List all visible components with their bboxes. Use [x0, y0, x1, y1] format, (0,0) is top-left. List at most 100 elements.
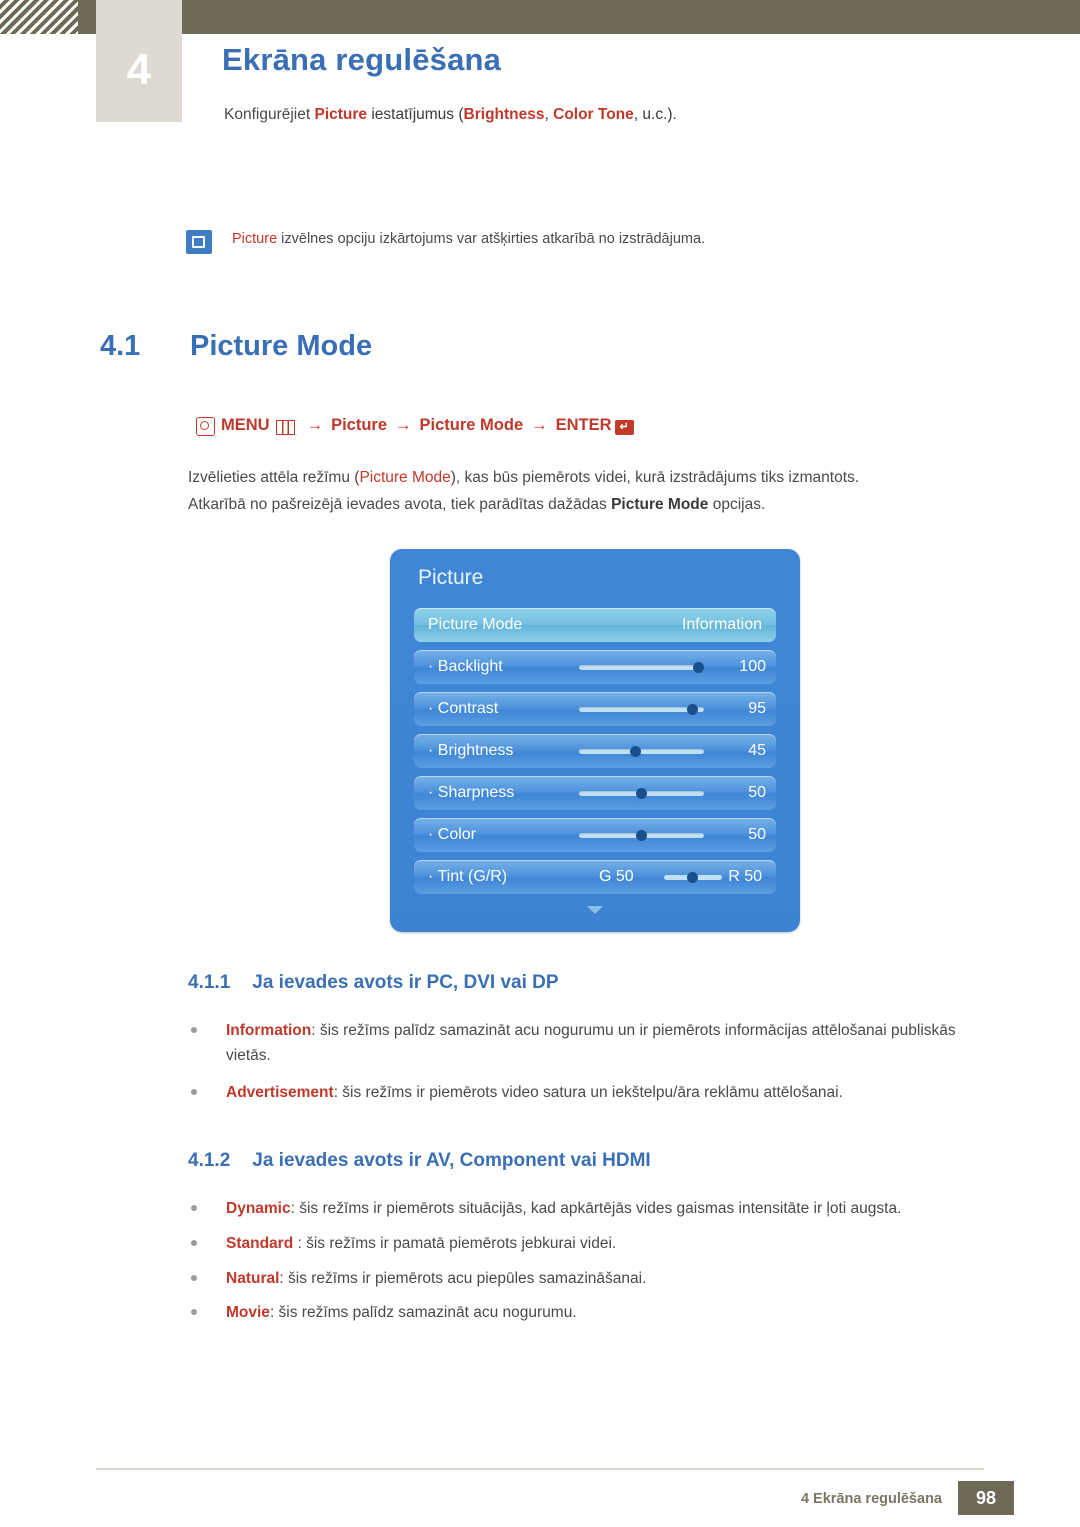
intro-line1-part1: Izvēlieties attēla režīmu (: [188, 469, 360, 486]
osd-row-picture-mode[interactable]: Picture Mode Information: [414, 608, 776, 642]
osd-slider-knob-color[interactable]: [636, 830, 647, 841]
osd-slider-sharpness[interactable]: [579, 788, 704, 799]
page-number: 98: [958, 1481, 1014, 1515]
bullet-text-dynamic: : šis režīms ir piemērots situācijās, ka…: [290, 1200, 902, 1217]
bullet-text-movie: : šis režīms palīdz samazināt acu noguru…: [269, 1304, 577, 1321]
note-body: izvēlnes opciju izkārtojums var atšķirti…: [277, 231, 706, 247]
osd-scroll-down-icon[interactable]: [587, 906, 603, 914]
bullet-text-information: : šis režīms palīdz samazināt acu noguru…: [226, 1022, 956, 1064]
osd-slider-knob-backlight[interactable]: [693, 662, 704, 673]
osd-label-sharpness: · Sharpness: [428, 784, 515, 801]
footer-chapter-label: 4 Ekrāna regulēšana: [800, 1491, 942, 1507]
osd-value-contrast: 95: [748, 700, 766, 717]
osd-slider-knob-tint[interactable]: [687, 872, 698, 883]
osd-value-picture-mode: Information: [681, 616, 762, 633]
osd-slider-knob-brightness[interactable]: [630, 746, 641, 757]
chapter-subtitle-separator: ,: [544, 106, 554, 123]
menu-path-item-picture: Picture: [331, 416, 388, 434]
osd-label-backlight: · Backlight: [428, 658, 503, 675]
osd-title: Picture: [418, 566, 484, 589]
menu-path-enter-label: ENTER: [555, 416, 612, 434]
intro-paragraph: Izvēlieties attēla režīmu (Picture Mode)…: [188, 464, 978, 518]
enter-key-icon: ↵: [614, 420, 634, 435]
chapter-subtitle-keyword-brightness: Brightness: [463, 106, 545, 123]
list-item: Information: šis režīms palīdz samazināt…: [188, 1018, 988, 1068]
list-item: Advertisement: šis režīms ir piemērots v…: [188, 1080, 988, 1105]
osd-slider-brightness[interactable]: [579, 746, 704, 757]
osd-value-tint-green: G 50: [599, 868, 634, 885]
menu-grid-icon: [275, 420, 295, 435]
osd-slider-tint[interactable]: [664, 872, 722, 883]
list-item: Natural: šis režīms ir piemērots acu pie…: [188, 1266, 988, 1291]
osd-row-sharpness[interactable]: · Sharpness 50: [414, 776, 776, 810]
menu-path-menu-label: MENU: [221, 416, 270, 434]
section-title: Picture Mode: [190, 330, 373, 362]
chapter-subtitle-part-3: , u.c.).: [633, 106, 677, 123]
osd-picture-menu: Picture Picture Mode Information · Backl…: [390, 549, 800, 932]
bullet-keyword-movie: Movie: [226, 1304, 270, 1321]
osd-value-sharpness: 50: [748, 784, 766, 801]
menu-path-arrow-1: →: [306, 416, 324, 434]
list-item: Standard : šis režīms ir pamatā piemērot…: [188, 1231, 988, 1256]
chapter-subtitle-part-2: iestatījumus (: [367, 106, 464, 123]
intro-keyword-1: Picture Mode: [359, 469, 451, 486]
osd-value-backlight: 100: [739, 658, 766, 675]
bullet-keyword-advertisement: Advertisement: [226, 1084, 334, 1101]
bullet-keyword-standard: Standard: [226, 1235, 294, 1252]
remote-button-icon: [196, 417, 215, 436]
osd-row-brightness[interactable]: · Brightness 45: [414, 734, 776, 768]
osd-row-color[interactable]: · Color 50: [414, 818, 776, 852]
chapter-subtitle: Konfigurējiet Picture iestatījumus (Brig…: [224, 106, 677, 124]
menu-path-arrow-3: →: [531, 416, 548, 434]
osd-label-tint: · Tint (G/R): [428, 868, 508, 885]
subsection-heading-412: 4.1.2 Ja ievades avots ir AV, Component v…: [188, 1150, 651, 1172]
bullet-keyword-natural: Natural: [226, 1270, 280, 1287]
osd-slider-knob-sharpness[interactable]: [636, 788, 647, 799]
osd-label-brightness: · Brightness: [428, 742, 514, 759]
footer-divider: [96, 1468, 984, 1470]
osd-row-backlight[interactable]: · Backlight 100: [414, 650, 776, 684]
intro-line1-part2: ), kas būs piemērots videi, kurā izstrād…: [450, 469, 860, 486]
list-item: Movie: šis režīms palīdz samazināt acu n…: [188, 1300, 988, 1325]
subsection-number-412: 4.1.2: [188, 1150, 231, 1171]
page-title: Ekrāna regulēšana: [222, 42, 502, 77]
chapter-subtitle-keyword-colortone: Color Tone: [553, 106, 634, 123]
menu-path-arrow-2: →: [395, 416, 412, 434]
intro-keyword-2: Picture Mode: [611, 496, 709, 513]
list-item: Dynamic: šis režīms ir piemērots situāci…: [188, 1196, 988, 1221]
osd-slider-backlight[interactable]: [579, 662, 704, 673]
chapter-number: 4: [126, 45, 152, 94]
osd-value-color: 50: [748, 826, 766, 843]
bullet-keyword-information: Information: [226, 1022, 312, 1039]
bullet-keyword-dynamic: Dynamic: [226, 1200, 291, 1217]
note-text: Picture izvēlnes opciju izkārtojums var …: [232, 231, 705, 247]
subsection-title-412: Ja ievades avots ir AV, Component vai HD…: [252, 1150, 651, 1171]
subsection-title-411: Ja ievades avots ir PC, DVI vai DP: [252, 972, 559, 993]
osd-slider-knob-contrast[interactable]: [687, 704, 698, 715]
menu-path-item-picture-mode: Picture Mode: [419, 416, 524, 434]
subsection-heading-411: 4.1.1 Ja ievades avots ir PC, DVI vai DP: [188, 972, 559, 994]
osd-slider-color[interactable]: [579, 830, 704, 841]
osd-label-color: · Color: [428, 826, 477, 843]
intro-line2-part2: opcijas.: [708, 496, 766, 513]
note-icon: [186, 230, 212, 254]
osd-label-contrast: · Contrast: [428, 700, 499, 717]
bullet-text-standard: : šis režīms ir pamatā piemērots jebkura…: [293, 1235, 617, 1252]
menu-path: MENU → Picture → Picture Mode → ENTER ↵: [196, 416, 634, 436]
osd-value-tint-red: R 50: [728, 868, 762, 885]
osd-row-contrast[interactable]: · Contrast 95: [414, 692, 776, 726]
header-hatch-pattern: [0, 0, 78, 34]
bullet-text-advertisement: : šis režīms ir piemērots video satura u…: [333, 1084, 843, 1101]
intro-line2-part1: Atkarībā no pašreizējā ievades avota, ti…: [188, 496, 612, 513]
subsection-number-411: 4.1.1: [188, 972, 231, 993]
osd-row-tint[interactable]: · Tint (G/R) G 50 R 50: [414, 860, 776, 894]
osd-label-picture-mode: Picture Mode: [428, 616, 523, 633]
osd-value-brightness: 45: [748, 742, 766, 759]
bullet-text-natural: : šis režīms ir piemērots acu piepūles s…: [279, 1270, 647, 1287]
section-number: 4.1: [100, 330, 141, 362]
chapter-subtitle-keyword-picture: Picture: [314, 106, 368, 123]
osd-slider-contrast[interactable]: [579, 704, 704, 715]
chapter-subtitle-part-1: Konfigurējiet: [224, 106, 315, 123]
note-keyword: Picture: [232, 231, 278, 247]
osd-row-list: Picture Mode Information · Backlight 100…: [414, 608, 776, 902]
